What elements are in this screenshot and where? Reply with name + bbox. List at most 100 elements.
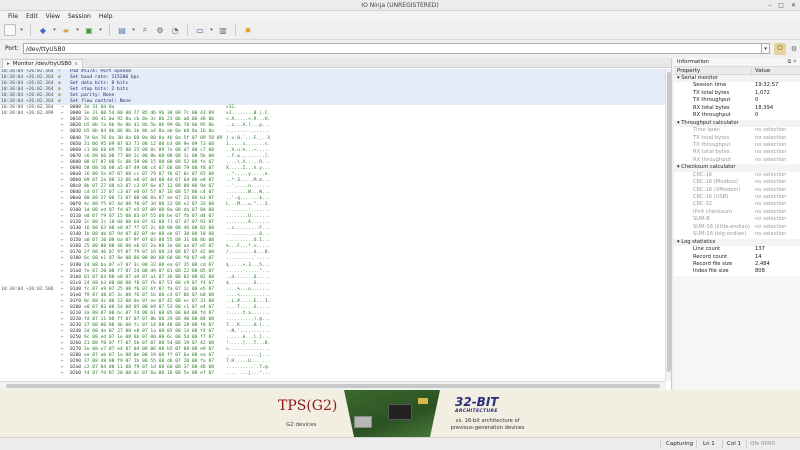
new-session-icon[interactable]: [4, 24, 16, 36]
settings-icon[interactable]: ⚙: [788, 43, 800, 55]
property-row[interactable]: SUM-16 (big-endian) no selection: [674, 231, 800, 239]
status-bar: Capturing Ln 1 Col 1 Ofs 0000: [0, 437, 800, 450]
port-input[interactable]: /dev/ttyUSB0: [22, 43, 763, 54]
folder-icon[interactable]: ▰: [60, 24, 72, 36]
property-row[interactable]: Session time 19:32:57: [674, 82, 800, 90]
property-group[interactable]: ▾ Checksum calculator: [674, 164, 800, 172]
property-row[interactable]: TX total bytes no selection: [674, 134, 800, 142]
property-key: CRC-16 (USB): [693, 194, 729, 200]
menu-help[interactable]: Help: [95, 11, 117, 21]
tab-label: Monitor /dev/ttyUSB0: [12, 61, 72, 67]
monitor-pane: ▸ Monitor /dev/ttyUSB0 x 10:38:04 +26:02…: [0, 58, 672, 390]
property-row[interactable]: Record file size 2,484: [674, 260, 800, 269]
chevron-down-icon[interactable]: ▾: [52, 24, 57, 36]
menu-session[interactable]: Session: [64, 11, 95, 21]
property-row[interactable]: CRC-32 no selection: [674, 201, 800, 209]
property-row[interactable]: Record count 14: [674, 253, 800, 261]
property-key: Time span: [693, 127, 720, 134]
status-offset: Ofs 0000: [750, 441, 775, 447]
sun-icon[interactable]: ✹: [242, 24, 254, 36]
property-key: TX throughput: [693, 141, 731, 148]
column-value[interactable]: Value: [752, 67, 773, 74]
promo-banner[interactable]: TPS(G2) G2 devices 32-BIT ARCHITECTURE v…: [0, 390, 800, 437]
open-session-icon[interactable]: ◆: [37, 24, 49, 36]
port-dropdown-icon[interactable]: ▾: [762, 43, 771, 54]
property-value: no selection: [755, 231, 787, 238]
chevron-down-icon[interactable]: ▾: [98, 24, 103, 36]
panel-title: Information: [677, 59, 709, 65]
log-view[interactable]: 10:38:04 +26:02.364 ⚡ PID #5174: Port open…: [0, 69, 666, 381]
status-line: Ln 1: [703, 441, 715, 447]
property-group-name: Throughput calculator: [681, 119, 739, 126]
settings-icon[interactable]: ⚙: [154, 24, 166, 36]
property-row[interactable]: CRC-16 (Modbus) no selection: [674, 179, 800, 187]
vertical-scrollbar[interactable]: [665, 69, 671, 381]
property-value: no selection: [755, 208, 787, 215]
property-value: no selection: [755, 223, 787, 230]
monitor-icon[interactable]: ▭: [194, 24, 206, 36]
property-row[interactable]: SUM-16 (little-endian) no selection: [674, 223, 800, 232]
property-row[interactable]: RX total bytes 18,394: [674, 104, 800, 113]
chevron-down-icon[interactable]: ▾: [19, 24, 24, 36]
clock-icon[interactable]: ◔: [169, 24, 181, 36]
save-icon[interactable]: ▣: [83, 24, 95, 36]
property-key: Session time: [693, 82, 727, 89]
property-row[interactable]: Line count 137: [674, 246, 800, 254]
search-icon[interactable]: ⌕: [139, 24, 151, 36]
property-group[interactable]: ▾ Serial monitor: [674, 75, 800, 83]
property-row[interactable]: RX throughput no selection: [674, 156, 800, 165]
property-key: Record file size: [693, 260, 733, 267]
column-property[interactable]: Property: [674, 67, 752, 74]
float-icon[interactable]: ⧉: [788, 59, 792, 65]
maximize-icon[interactable]: □: [778, 2, 784, 9]
chevron-down-icon[interactable]: ▾: [75, 24, 80, 36]
toolbar-separator: [109, 24, 110, 36]
property-key: RX total bytes: [693, 104, 730, 111]
property-value: no selection: [755, 179, 787, 186]
menu-file[interactable]: File: [4, 11, 22, 21]
property-row[interactable]: Time span no selection: [674, 127, 800, 135]
property-row[interactable]: TX throughput no selection: [674, 141, 800, 150]
property-row[interactable]: IPv4 checksum no selection: [674, 208, 800, 217]
hex-bytes: f4 07 fd 07 20 08 dc 07 6a 08 16 08 5e 0…: [84, 371, 214, 377]
property-row[interactable]: TX throughput 0: [674, 97, 800, 105]
property-row[interactable]: CRC-16 (XModem) no selection: [674, 186, 800, 194]
property-table-header: Property Value: [674, 67, 800, 75]
terminal-icon[interactable]: ▥: [217, 24, 229, 36]
chevron-down-icon[interactable]: ▾: [131, 24, 136, 36]
property-row[interactable]: CRC-16 no selection: [674, 171, 800, 180]
connect-icon[interactable]: ⏻: [774, 42, 787, 55]
property-row[interactable]: RX total bytes no selection: [674, 149, 800, 157]
close-icon[interactable]: ✕: [793, 59, 797, 65]
property-group[interactable]: ▾ Log statistics: [674, 238, 800, 247]
property-key: TX total bytes: [693, 134, 730, 141]
close-icon[interactable]: ✕: [791, 2, 796, 9]
property-value: 0: [755, 97, 759, 104]
property-key: RX throughput: [693, 156, 731, 163]
close-tab-icon[interactable]: x: [75, 61, 78, 68]
property-group[interactable]: ▾ Throughput calculator: [674, 119, 800, 128]
property-value: no selection: [755, 194, 787, 200]
menu-edit[interactable]: Edit: [22, 11, 42, 21]
toolbar: ▾ ◆ ▾ ▰ ▾ ▣ ▾ ▤ ▾ ⌕ ⚙ ◔ ▭ ▾ ▥ ✹: [0, 21, 800, 40]
minimize-icon[interactable]: –: [768, 2, 771, 9]
document-icon[interactable]: ▤: [116, 24, 128, 36]
property-table: ▾ Serial monitor Session time 19:32:57 TX t…: [674, 75, 800, 276]
property-row[interactable]: TX total bytes 1,072: [674, 89, 800, 98]
property-group-name: Log statistics: [681, 238, 716, 245]
horizontal-scrollbar[interactable]: [0, 381, 666, 390]
toolbar-separator: [30, 24, 31, 36]
menu-view[interactable]: View: [42, 11, 64, 21]
information-panel: Information ⧉ ✕ Property Value ▾ Serial …: [674, 58, 800, 390]
log-data-row[interactable]: ← 02b0 f4 07 fd 07 20 08 dc 07 6a 08 16 08…: [0, 371, 666, 377]
banner-architecture: ARCHITECTURE: [455, 409, 498, 414]
property-row[interactable]: RX throughput 0: [674, 112, 800, 120]
port-label: Port:: [5, 45, 19, 52]
property-row[interactable]: SUM-8 no selection: [674, 216, 800, 224]
property-value: no selection: [755, 156, 787, 163]
tab-monitor[interactable]: ▸ Monitor /dev/ttyUSB0 x: [2, 59, 83, 68]
chevron-down-icon[interactable]: ▾: [209, 24, 214, 36]
property-row[interactable]: Index file size 808: [674, 268, 800, 276]
property-value: 137: [755, 246, 765, 253]
property-row[interactable]: CRC-16 (USB) no selection: [674, 194, 800, 202]
